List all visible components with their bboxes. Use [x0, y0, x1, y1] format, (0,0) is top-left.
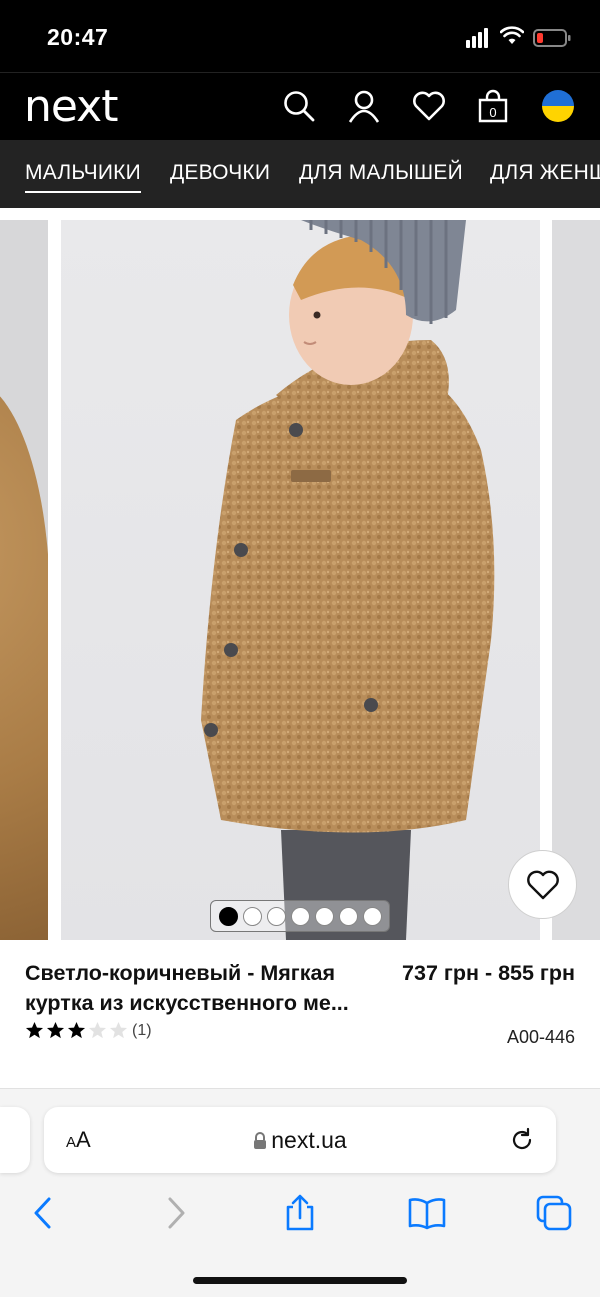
carousel-dot[interactable]	[218, 906, 238, 926]
product-title[interactable]: Светло-коричневый - Мягкая куртка из иск…	[25, 958, 405, 1018]
next-product-image[interactable]	[552, 220, 600, 940]
back-arrow-icon[interactable]	[24, 1193, 64, 1233]
status-bar: 20:47	[0, 0, 600, 72]
forward-arrow-icon[interactable]	[155, 1193, 195, 1233]
tabs-icon[interactable]	[534, 1193, 574, 1233]
product-sku: A00-446	[506, 1027, 575, 1047]
previous-product-image[interactable]	[0, 220, 48, 940]
status-time: 20:47	[47, 24, 109, 50]
category-nav: МАЛЬЧИКИ ДЕВОЧКИ ДЛЯ МАЛЫШЕЙ ДЛЯ ЖЕНЩИН	[0, 140, 600, 208]
lock-icon	[254, 1132, 267, 1149]
bag-count: 0	[489, 105, 496, 120]
nav-item-women[interactable]: ДЛЯ ЖЕНЩИН	[490, 161, 600, 185]
home-indicator	[193, 1277, 407, 1284]
product-image[interactable]	[61, 220, 540, 940]
rating-count: (1)	[132, 1021, 152, 1039]
url-domain: next.ua	[271, 1127, 347, 1153]
browser-toolbar: AA next.ua	[0, 1088, 600, 1297]
battery-low-icon	[533, 29, 571, 47]
carousel-dot[interactable]	[266, 906, 286, 926]
share-icon[interactable]	[280, 1193, 320, 1233]
country-flag-ukraine-icon[interactable]	[541, 89, 575, 123]
carousel-dot[interactable]	[242, 906, 262, 926]
star-filled-icon	[25, 1021, 44, 1039]
product-page: Светло-коричневый - Мягкая куртка из иск…	[0, 208, 600, 1088]
star-filled-icon	[46, 1021, 65, 1039]
nav-item-babies[interactable]: ДЛЯ МАЛЫШЕЙ	[299, 161, 463, 185]
heart-icon	[526, 870, 559, 899]
child-in-teddy-jacket-illustration	[201, 220, 495, 940]
star-filled-icon	[67, 1021, 86, 1039]
carousel-dot[interactable]	[338, 906, 358, 926]
cellular-signal-icon	[466, 28, 492, 48]
product-rating[interactable]: (1)	[25, 1021, 152, 1040]
shopping-bag-icon[interactable]: 0	[476, 89, 510, 123]
reload-icon[interactable]	[508, 1126, 536, 1154]
wifi-icon	[500, 26, 524, 44]
search-icon[interactable]	[282, 89, 316, 123]
nav-item-girls[interactable]: ДЕВОЧКИ	[170, 161, 270, 185]
nav-item-boys[interactable]: МАЛЬЧИКИ	[25, 161, 141, 193]
address-bar[interactable]: AA next.ua	[44, 1107, 556, 1173]
carousel-pagination	[210, 900, 390, 932]
star-empty-icon	[109, 1021, 128, 1039]
product-price: 737 грн - 855 грн	[402, 961, 575, 985]
account-icon[interactable]	[347, 89, 381, 123]
product-image-carousel[interactable]	[0, 220, 600, 940]
star-empty-icon	[88, 1021, 107, 1039]
carousel-dot[interactable]	[290, 906, 310, 926]
url-text[interactable]: next.ua	[44, 1127, 556, 1154]
site-header: next 0	[0, 72, 600, 140]
next-logo[interactable]: next	[24, 79, 118, 135]
carousel-dot[interactable]	[362, 906, 382, 926]
add-to-wishlist-button[interactable]	[508, 850, 577, 919]
wishlist-heart-icon[interactable]	[412, 89, 446, 123]
carousel-dot[interactable]	[314, 906, 334, 926]
bookmarks-icon[interactable]	[407, 1193, 447, 1233]
previous-tab[interactable]	[0, 1107, 30, 1173]
